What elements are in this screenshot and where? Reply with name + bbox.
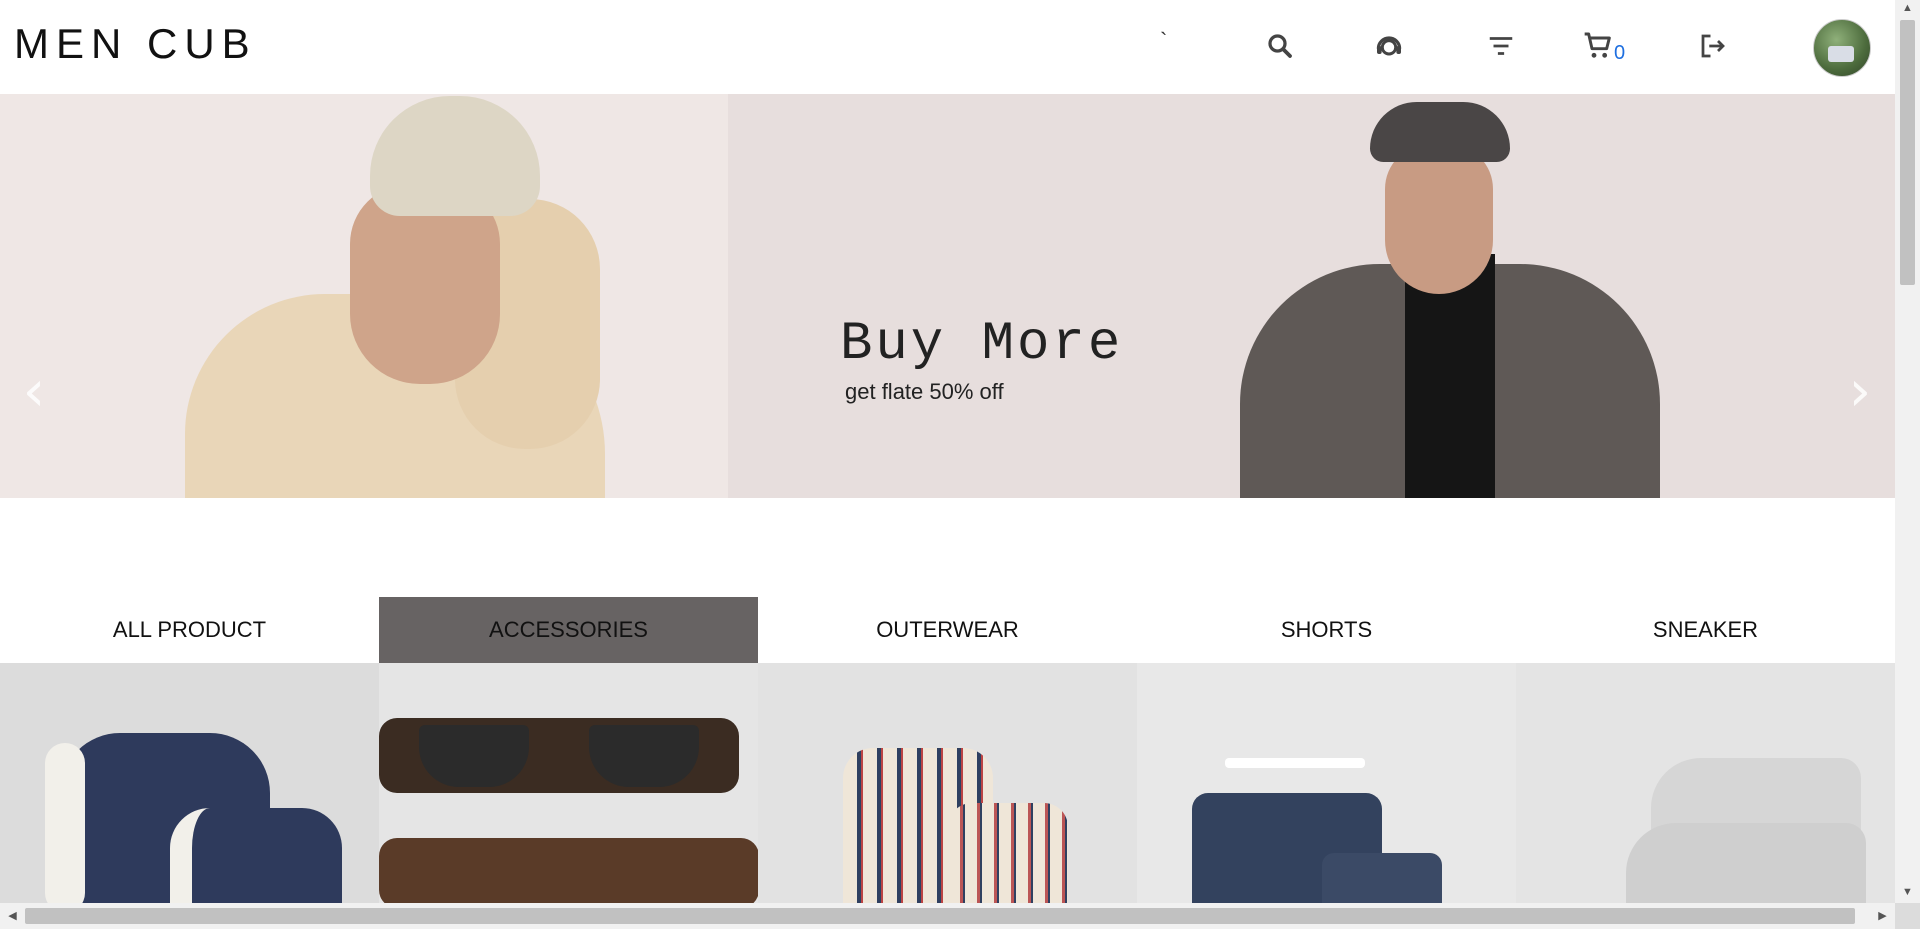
tab-all-product[interactable]: ALL PRODUCT	[0, 597, 379, 663]
hero-title: Buy More	[840, 314, 1124, 375]
jacket-sleeve	[45, 743, 85, 903]
vertical-scrollbar[interactable]: ▲ ▼	[1895, 0, 1920, 903]
tab-sneaker[interactable]: SNEAKER	[1516, 597, 1895, 663]
stray-character: `	[1160, 28, 1168, 53]
scrollbar-corner	[1895, 903, 1920, 929]
scroll-up-icon[interactable]: ▲	[1895, 2, 1920, 14]
lens-left	[419, 725, 529, 787]
site-logo[interactable]: MEN CUB	[14, 20, 257, 68]
tab-accessories[interactable]: ACCESSORIES	[379, 597, 758, 663]
cart-count-badge: 0	[1614, 42, 1626, 64]
hero-model2-cap	[1370, 102, 1510, 162]
tab-shorts[interactable]: SHORTS	[1137, 597, 1516, 663]
chevron-left-icon[interactable]: ‹	[14, 362, 54, 422]
horizontal-scroll-thumb[interactable]	[25, 908, 1855, 924]
hero-carousel: Buy More get flate 50% off ‹ ›	[0, 94, 1895, 498]
hanger-bar	[1225, 758, 1365, 768]
hero-subtitle: get flate 50% off	[845, 379, 1004, 404]
category-cards	[0, 663, 1895, 903]
vertical-scroll-thumb[interactable]	[1900, 20, 1915, 285]
lens-right	[589, 725, 699, 787]
card-accessories[interactable]	[379, 663, 758, 903]
hero-image-left	[0, 94, 728, 498]
search-icon[interactable]	[1260, 26, 1300, 66]
category-tabs: ALL PRODUCT ACCESSORIES OUTERWEAR SHORTS…	[0, 597, 1895, 663]
support-agent-icon[interactable]	[1369, 26, 1409, 66]
kids-flannel-image	[948, 803, 1068, 903]
kids-jacket-image	[170, 808, 342, 903]
card-outerwear[interactable]	[758, 663, 1137, 903]
scroll-right-icon[interactable]: ▶	[1870, 909, 1895, 922]
card-sneaker[interactable]	[1516, 663, 1895, 903]
chevron-right-icon[interactable]: ›	[1840, 362, 1880, 422]
top-navbar: MEN CUB ` 0	[0, 0, 1895, 92]
card-shorts[interactable]	[1137, 663, 1516, 903]
sunglasses-image-2	[379, 838, 758, 903]
hero-model-beanie	[370, 96, 540, 216]
kids-shorts-image	[1322, 853, 1442, 903]
user-avatar[interactable]	[1813, 19, 1871, 77]
scroll-left-icon[interactable]: ◀	[0, 909, 25, 922]
tab-outerwear[interactable]: OUTERWEAR	[758, 597, 1137, 663]
sneaker-image-2	[1626, 823, 1866, 903]
cart-icon[interactable]	[1578, 26, 1618, 66]
horizontal-scrollbar[interactable]: ◀ ▶	[0, 903, 1895, 929]
logout-icon[interactable]	[1693, 26, 1733, 66]
hero-model2-face	[1385, 144, 1493, 294]
filter-icon[interactable]	[1481, 26, 1521, 66]
card-all-product[interactable]	[0, 663, 379, 903]
scroll-down-icon[interactable]: ▼	[1895, 886, 1920, 898]
